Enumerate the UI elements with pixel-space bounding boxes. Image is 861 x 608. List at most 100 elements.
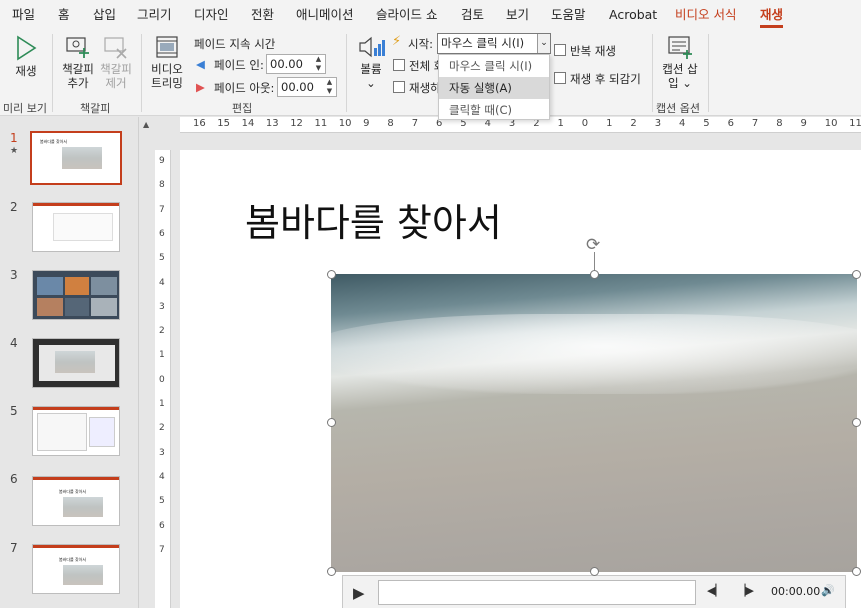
ruler-tick: 0	[581, 118, 589, 129]
fullscreen-checkbox[interactable]	[393, 59, 405, 71]
hide-not-playing-checkbox[interactable]	[393, 81, 405, 93]
play-preview-button[interactable]: 재생	[8, 34, 44, 78]
spinner-arrows-icon[interactable]: ▲ ▼	[325, 78, 334, 96]
ruler-tick: 15	[217, 118, 231, 129]
ruler-corner	[155, 117, 180, 150]
ruler-tick: 10	[338, 118, 352, 129]
tab-slideshow[interactable]: 슬라이드 쇼	[376, 0, 437, 30]
slide-number: 4	[10, 336, 18, 350]
resize-handle[interactable]	[327, 418, 336, 427]
ruler-tick: 4	[159, 471, 165, 482]
slide-thumbnail-6[interactable]: 봄바다를 찾아서	[32, 476, 120, 526]
start-label: 시작:	[408, 37, 434, 51]
chevron-down-icon[interactable]: ⌄	[537, 34, 550, 53]
resize-handle[interactable]	[852, 418, 861, 427]
playback-time: 00:00.00	[771, 585, 821, 598]
volume-label: 볼륨	[360, 62, 382, 76]
slide-thumbnail-4[interactable]	[32, 338, 120, 388]
ruler-tick: 9	[363, 118, 370, 129]
resize-handle[interactable]	[590, 270, 599, 279]
tab-transitions[interactable]: 전환	[251, 0, 274, 30]
dropdown-option-on-click[interactable]: 마우스 클릭 시(I)	[439, 55, 549, 77]
insert-captions-button[interactable]: 캡션 삽입 ⌄	[660, 34, 700, 90]
chevron-down-icon: ⌄	[682, 76, 692, 90]
rewind-checkbox[interactable]	[554, 72, 566, 84]
divider	[346, 34, 347, 112]
add-bookmark-icon	[66, 37, 89, 58]
slide-thumbnail-7[interactable]: 봄바다를 찾아서	[32, 544, 120, 594]
dropdown-option-when-clicked[interactable]: 클릭할 때(C)	[439, 99, 549, 121]
group-label-editing: 편집	[232, 102, 253, 115]
slide-thumbnail-2[interactable]	[32, 202, 120, 252]
slide-number: 7	[10, 541, 18, 555]
step-forward-icon[interactable]: ▕▶	[737, 584, 754, 597]
wave-foam	[331, 314, 857, 394]
ruler-tick: 1	[606, 118, 613, 129]
thumbnail-header-bar	[33, 407, 119, 410]
remove-bookmark-button[interactable]: 책갈피 제거	[98, 34, 134, 90]
ruler-tick: 7	[751, 118, 759, 129]
thumbnail-photo	[65, 277, 89, 295]
resize-handle[interactable]	[852, 567, 861, 576]
resize-handle[interactable]	[327, 270, 336, 279]
tab-insert[interactable]: 삽입	[93, 0, 116, 30]
thumbnail-content	[37, 413, 87, 451]
spinner-arrows-icon[interactable]: ▲ ▼	[314, 55, 323, 73]
thumbnail-content	[53, 213, 113, 241]
tab-playback[interactable]: 재생	[760, 0, 784, 30]
slide-thumbnail-3[interactable]	[32, 270, 120, 320]
tab-help[interactable]: 도움말	[551, 0, 586, 30]
ruler-tick: 14	[241, 118, 255, 129]
playback-progress-track[interactable]	[378, 580, 696, 605]
tab-view[interactable]: 보기	[506, 0, 529, 30]
ruler-tick: 5	[703, 118, 710, 129]
ruler-tick: 1	[159, 350, 165, 361]
volume-icon	[359, 36, 385, 58]
volume-button[interactable]: 볼륨 ⌄	[354, 34, 388, 90]
tab-draw[interactable]: 그리기	[137, 0, 172, 30]
fade-in-input[interactable]: 00.00 ▲ ▼	[266, 54, 326, 74]
slide-number: 5	[10, 404, 18, 418]
tab-home[interactable]: 홈	[58, 0, 70, 30]
add-bookmark-button[interactable]: 책갈피 추가	[58, 34, 98, 90]
slide-thumbnail-5[interactable]	[32, 406, 120, 456]
fade-out-input[interactable]: 00.00 ▲ ▼	[277, 77, 337, 97]
trim-video-button[interactable]: 비디오 트리밍	[148, 34, 186, 90]
tab-video-format[interactable]: 비디오 서식	[675, 0, 736, 30]
ruler-tick: 11	[314, 118, 328, 129]
lightning-icon: ⚡	[392, 34, 402, 49]
divider	[708, 34, 709, 112]
resize-handle[interactable]	[590, 567, 599, 576]
tab-animations[interactable]: 애니메이션	[296, 0, 354, 30]
start-select[interactable]: 마우스 클릭 시(I) ⌄	[437, 33, 551, 54]
ruler-tick: 3	[159, 301, 165, 312]
tab-design[interactable]: 디자인	[194, 0, 229, 30]
slide-thumbnail-1[interactable]: 봄바다를 찾아서	[30, 131, 122, 185]
thumbnail-scrollbar[interactable]: ▲	[138, 117, 155, 608]
ruler-tick: 10	[824, 118, 838, 129]
tab-acrobat[interactable]: Acrobat	[609, 0, 657, 30]
remove-bookmark-icon	[104, 37, 127, 59]
tab-file[interactable]: 파일	[12, 0, 35, 30]
trim-video-icon	[156, 36, 178, 58]
loop-checkbox[interactable]	[554, 44, 566, 56]
scroll-up-icon[interactable]: ▲	[143, 120, 149, 129]
ruler-tick: 9	[159, 156, 165, 166]
tab-review[interactable]: 검토	[461, 0, 484, 30]
slide-title[interactable]: 봄바다를 찾아서	[245, 192, 502, 247]
ruler-tick: 2	[630, 118, 637, 129]
ruler-tick: 1	[159, 399, 165, 409]
ruler-tick: 8	[387, 118, 394, 129]
step-back-icon[interactable]: ◀▏	[707, 584, 724, 597]
video-object[interactable]	[331, 274, 857, 572]
resize-handle[interactable]	[852, 270, 861, 279]
dropdown-option-automatically[interactable]: 자동 실행(A)	[439, 77, 549, 99]
video-player-bar: ▶ ◀▏ ▕▶ 00:00.00 🔊	[342, 575, 846, 608]
thumbnail-photo	[37, 298, 63, 316]
ruler-tick: 6	[727, 118, 734, 129]
fade-in-icon: ◀	[196, 57, 205, 71]
speaker-icon[interactable]: 🔊	[821, 584, 835, 597]
ruler-tick: 7	[159, 544, 165, 555]
play-icon[interactable]: ▶	[353, 584, 365, 602]
resize-handle[interactable]	[327, 567, 336, 576]
